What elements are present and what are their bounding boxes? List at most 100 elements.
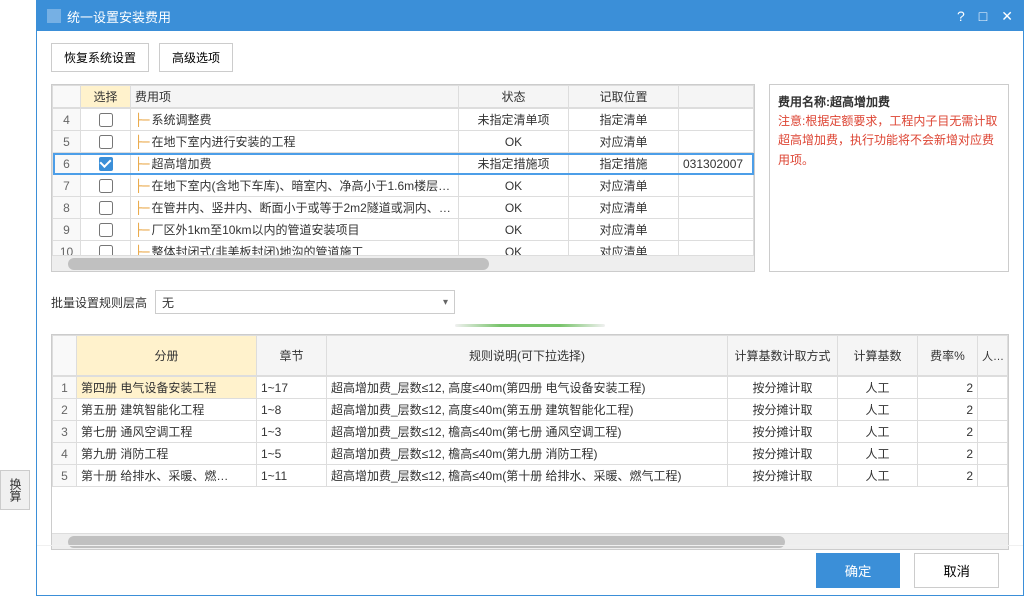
cell-item[interactable]: ├─整体封闭式(非美板封闭)地沟的管道施工 [131, 241, 459, 256]
col-head-select[interactable]: 选择 [81, 86, 131, 108]
row-number: 2 [53, 399, 77, 421]
advanced-button[interactable]: 高级选项 [159, 43, 233, 72]
lower-grid: 分册 章节 规则说明(可下拉选择) 计算基数计取方式 计算基数 费率% 人工 1… [51, 334, 1009, 550]
col-head-method[interactable]: 计算基数计取方式 [728, 336, 838, 376]
cell-select[interactable] [81, 175, 131, 197]
cell-location: 指定措施 [569, 153, 679, 175]
col-head-status[interactable]: 状态 [459, 86, 569, 108]
row-checkbox[interactable] [99, 201, 113, 215]
cell-code: 031302007 [679, 153, 754, 175]
col-head-labor[interactable]: 人工 [978, 336, 1008, 376]
maximize-icon[interactable]: □ [979, 8, 987, 25]
cell-rate[interactable]: 2 [918, 465, 978, 487]
cell-chapter[interactable]: 1~3 [257, 421, 327, 443]
checkbox-checked-icon[interactable] [99, 157, 113, 171]
table-row[interactable]: 5├─在地下室内进行安装的工程OK对应清单 [53, 131, 754, 153]
cell-book[interactable]: 第九册 消防工程 [77, 443, 257, 465]
cell-item[interactable]: ├─在地下室内进行安装的工程 [131, 131, 459, 153]
upper-h-scrollbar[interactable] [52, 255, 754, 271]
cell-method: 按分摊计取 [728, 465, 838, 487]
help-icon[interactable]: ? [957, 8, 965, 25]
close-icon[interactable]: ✕ [1001, 8, 1013, 25]
cell-chapter[interactable]: 1~8 [257, 399, 327, 421]
row-checkbox[interactable] [99, 179, 113, 193]
cell-select[interactable] [81, 197, 131, 219]
cancel-button[interactable]: 取消 [914, 553, 999, 588]
cell-select[interactable] [81, 131, 131, 153]
table-row[interactable]: 3第七册 通风空调工程1~3超高增加费_层数≤12, 檐高≤40m(第七册 通风… [53, 421, 1008, 443]
col-head-book[interactable]: 分册 [77, 336, 257, 376]
cell-rule[interactable]: 超高增加费_层数≤12, 檐高≤40m(第十册 给排水、采暖、燃气工程) [327, 465, 728, 487]
row-checkbox[interactable] [99, 113, 113, 127]
cell-book[interactable]: 第五册 建筑智能化工程 [77, 399, 257, 421]
side-convert-button[interactable]: 换算 [0, 470, 30, 510]
cell-base: 人工 [838, 465, 918, 487]
cell-item[interactable]: ├─超高增加费 [131, 153, 459, 175]
table-row[interactable]: 10├─整体封闭式(非美板封闭)地沟的管道施工OK对应清单 [53, 241, 754, 256]
cell-location: 对应清单 [569, 175, 679, 197]
cell-book[interactable]: 第十册 给排水、采暖、燃… [77, 465, 257, 487]
cell-item[interactable]: ├─系统调整费 [131, 109, 459, 131]
cell-item[interactable]: ├─在管井内、竖井内、断面小于或等于2m2隧道或洞内、封… [131, 197, 459, 219]
cell-select[interactable] [81, 219, 131, 241]
cell-labor[interactable] [978, 421, 1008, 443]
cell-location: 对应清单 [569, 197, 679, 219]
ok-button[interactable]: 确定 [816, 553, 901, 588]
row-number: 4 [53, 109, 81, 131]
col-head-code[interactable] [679, 86, 754, 108]
cell-rate[interactable]: 2 [918, 443, 978, 465]
cell-labor[interactable] [978, 377, 1008, 399]
cell-book[interactable]: 第四册 电气设备安装工程 [77, 377, 257, 399]
cell-rate[interactable]: 2 [918, 399, 978, 421]
col-head-base[interactable]: 计算基数 [838, 336, 918, 376]
cell-labor[interactable] [978, 465, 1008, 487]
row-checkbox[interactable] [99, 245, 113, 255]
col-head-blank [53, 86, 81, 108]
table-row[interactable]: 9├─厂区外1km至10km以内的管道安装项目OK对应清单 [53, 219, 754, 241]
table-row[interactable]: 6├─超高增加费未指定措施项指定措施031302007 [53, 153, 754, 175]
row-number: 1 [53, 377, 77, 399]
cell-rule[interactable]: 超高增加费_层数≤12, 檐高≤40m(第七册 通风空调工程) [327, 421, 728, 443]
splitter-handle[interactable] [455, 322, 605, 330]
row-number: 3 [53, 421, 77, 443]
col-head-rule[interactable]: 规则说明(可下拉选择) [327, 336, 728, 376]
table-row[interactable]: 5第十册 给排水、采暖、燃…1~11超高增加费_层数≤12, 檐高≤40m(第十… [53, 465, 1008, 487]
info-panel: 费用名称:超高增加费 注意:根据定额要求，工程内子目无需计取超高增加费，执行功能… [769, 84, 1009, 272]
table-row[interactable]: 2第五册 建筑智能化工程1~8超高增加费_层数≤12, 高度≤40m(第五册 建… [53, 399, 1008, 421]
row-checkbox[interactable] [99, 135, 113, 149]
cell-rule[interactable]: 超高增加费_层数≤12, 檐高≤40m(第九册 消防工程) [327, 443, 728, 465]
table-row[interactable]: 8├─在管井内、竖井内、断面小于或等于2m2隧道或洞内、封…OK对应清单 [53, 197, 754, 219]
cell-book[interactable]: 第七册 通风空调工程 [77, 421, 257, 443]
col-head-item[interactable]: 费用项 [131, 86, 459, 108]
cell-select[interactable] [81, 241, 131, 256]
cell-rate[interactable]: 2 [918, 421, 978, 443]
cell-location: 对应清单 [569, 241, 679, 256]
cell-item[interactable]: ├─厂区外1km至10km以内的管道安装项目 [131, 219, 459, 241]
col-head-chapter[interactable]: 章节 [257, 336, 327, 376]
cell-method: 按分摊计取 [728, 399, 838, 421]
row-checkbox[interactable] [99, 223, 113, 237]
restore-button[interactable]: 恢复系统设置 [51, 43, 149, 72]
cell-select[interactable] [81, 109, 131, 131]
table-row[interactable]: 1第四册 电气设备安装工程1~17超高增加费_层数≤12, 高度≤40m(第四册… [53, 377, 1008, 399]
cell-rate[interactable]: 2 [918, 377, 978, 399]
cell-item[interactable]: ├─在地下室内(含地下车库)、暗室内、净高小于1.6m楼层、… [131, 175, 459, 197]
col-head-location[interactable]: 记取位置 [569, 86, 679, 108]
app-icon [47, 9, 61, 23]
cell-method: 按分摊计取 [728, 421, 838, 443]
table-row[interactable]: 7├─在地下室内(含地下车库)、暗室内、净高小于1.6m楼层、…OK对应清单 [53, 175, 754, 197]
cell-labor[interactable] [978, 399, 1008, 421]
cell-chapter[interactable]: 1~5 [257, 443, 327, 465]
cell-status: OK [459, 219, 569, 241]
cell-chapter[interactable]: 1~17 [257, 377, 327, 399]
col-head-rate[interactable]: 费率% [918, 336, 978, 376]
cell-chapter[interactable]: 1~11 [257, 465, 327, 487]
batch-select[interactable]: 无 ▾ [155, 290, 455, 314]
cell-select[interactable] [81, 153, 131, 175]
cell-rule[interactable]: 超高增加费_层数≤12, 高度≤40m(第四册 电气设备安装工程) [327, 377, 728, 399]
dialog-title: 统一设置安装费用 [67, 7, 171, 26]
table-row[interactable]: 4├─系统调整费未指定清单项指定清单 [53, 109, 754, 131]
cell-rule[interactable]: 超高增加费_层数≤12, 高度≤40m(第五册 建筑智能化工程) [327, 399, 728, 421]
cell-labor[interactable] [978, 443, 1008, 465]
table-row[interactable]: 4第九册 消防工程1~5超高增加费_层数≤12, 檐高≤40m(第九册 消防工程… [53, 443, 1008, 465]
